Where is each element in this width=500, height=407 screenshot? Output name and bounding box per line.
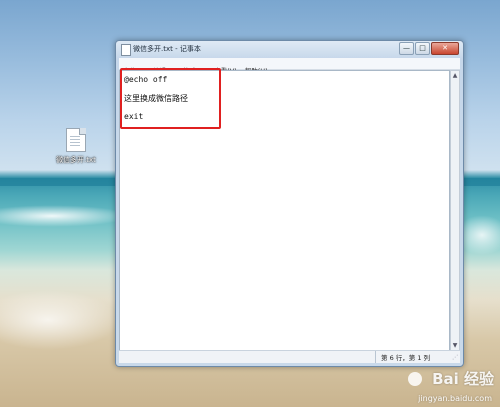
title-bar[interactable]: 微信多开.txt - 记事本 — □ ✕ <box>116 41 463 57</box>
status-divider <box>375 351 376 363</box>
notepad-app-icon[interactable] <box>121 44 131 56</box>
status-bar: 第 6 行，第 1 列 ⋰ <box>119 350 460 363</box>
watermark-url: jingyan.baidu.com <box>418 394 492 403</box>
resize-grip-icon[interactable]: ⋰ <box>451 354 459 362</box>
scroll-down-icon[interactable]: ▼ <box>451 341 459 350</box>
close-button[interactable]: ✕ <box>431 42 459 55</box>
desktop-file-label: 微信多开.txt <box>56 156 96 164</box>
close-icon: ✕ <box>442 44 448 52</box>
minimize-button[interactable]: — <box>399 42 414 55</box>
highlight-box <box>120 68 221 129</box>
wave-foam <box>0 290 120 350</box>
maximize-icon: □ <box>419 44 426 52</box>
window-controls: — □ ✕ <box>398 42 459 55</box>
minimize-icon: — <box>403 44 410 52</box>
text-file-icon <box>66 128 86 152</box>
text-editor-area[interactable]: @echo off 这里换成微信路径 exit <box>119 68 450 351</box>
wave-foam <box>0 205 130 227</box>
maximize-button[interactable]: □ <box>415 42 430 55</box>
notepad-window[interactable]: 微信多开.txt - 记事本 —□✕ 文件(F)编辑(E)格式(O)查看(V)帮… <box>115 40 464 367</box>
cursor-position: 第 6 行，第 1 列 <box>381 354 431 362</box>
baidu-paw-logo-icon <box>408 372 422 386</box>
vertical-scrollbar[interactable]: ▲ ▼ <box>450 70 460 351</box>
desktop-file-icon[interactable]: 微信多开.txt <box>52 128 100 165</box>
watermark-brand: Bai 经验 <box>432 370 494 388</box>
window-title: 微信多开.txt - 记事本 <box>133 45 201 53</box>
scroll-up-icon[interactable]: ▲ <box>451 71 459 80</box>
